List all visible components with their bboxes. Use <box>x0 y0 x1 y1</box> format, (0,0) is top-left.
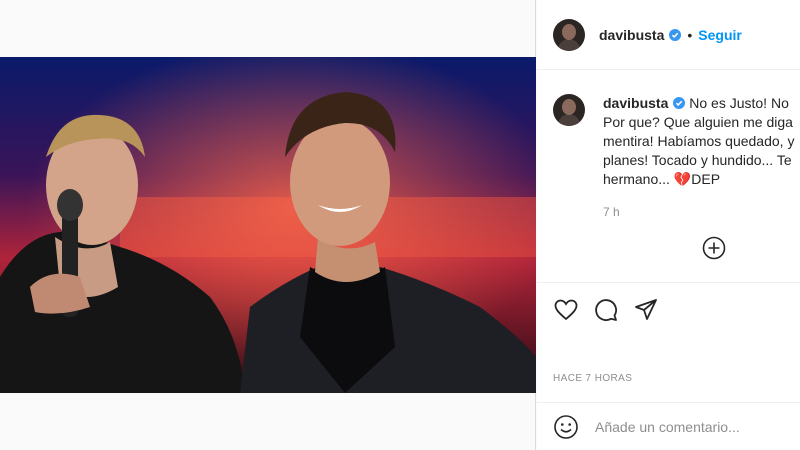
caption-timestamp[interactable]: 7 h <box>603 203 800 222</box>
post-photo[interactable] <box>0 57 536 393</box>
caption-username[interactable]: davibusta <box>603 95 668 111</box>
heart-icon[interactable] <box>553 297 579 323</box>
verified-badge-icon <box>673 97 686 109</box>
caption-comment: davibusta No es Justo! No Por que? Que a… <box>553 94 800 222</box>
caption-line: davibusta No es Justo! No <box>603 94 800 113</box>
author-username[interactable]: davibusta <box>599 27 664 43</box>
follow-button[interactable]: Seguir <box>698 27 742 43</box>
caption-line-4: planes! Tocado y hundido... Te <box>603 152 792 168</box>
caption-line-1: No es Justo! No <box>689 95 789 111</box>
post-photo-image <box>0 57 536 393</box>
caption-body: davibusta No es Justo! No Por que? Que a… <box>603 94 800 222</box>
caption-line-5: hermano... 💔DEP <box>603 171 721 187</box>
author-avatar[interactable] <box>553 18 585 51</box>
post-header: davibusta • Seguir <box>537 0 800 70</box>
caption-avatar[interactable] <box>553 94 585 126</box>
caption-line-2: Por que? Que alguien me diga <box>603 114 793 130</box>
instagram-post-view: davibusta • Seguir davibusta No es Justo… <box>0 0 800 450</box>
photo-pane <box>0 0 536 450</box>
plus-circle-icon[interactable] <box>702 236 726 260</box>
send-paper-plane-icon[interactable] <box>633 297 659 323</box>
verified-badge-icon <box>669 28 682 41</box>
post-timeago[interactable]: Hace 7 horas <box>553 373 632 384</box>
post-actions-bar <box>537 282 800 338</box>
caption-line-3: mentira! Habíamos quedado, y <box>603 133 795 149</box>
comment-bubble-icon[interactable] <box>593 297 619 323</box>
post-side-panel: davibusta • Seguir davibusta No es Justo… <box>537 0 800 450</box>
emoji-smiley-icon[interactable] <box>553 414 579 440</box>
header-separator: • <box>687 26 693 43</box>
comment-input[interactable] <box>595 418 795 435</box>
add-comment-bar <box>537 402 800 450</box>
